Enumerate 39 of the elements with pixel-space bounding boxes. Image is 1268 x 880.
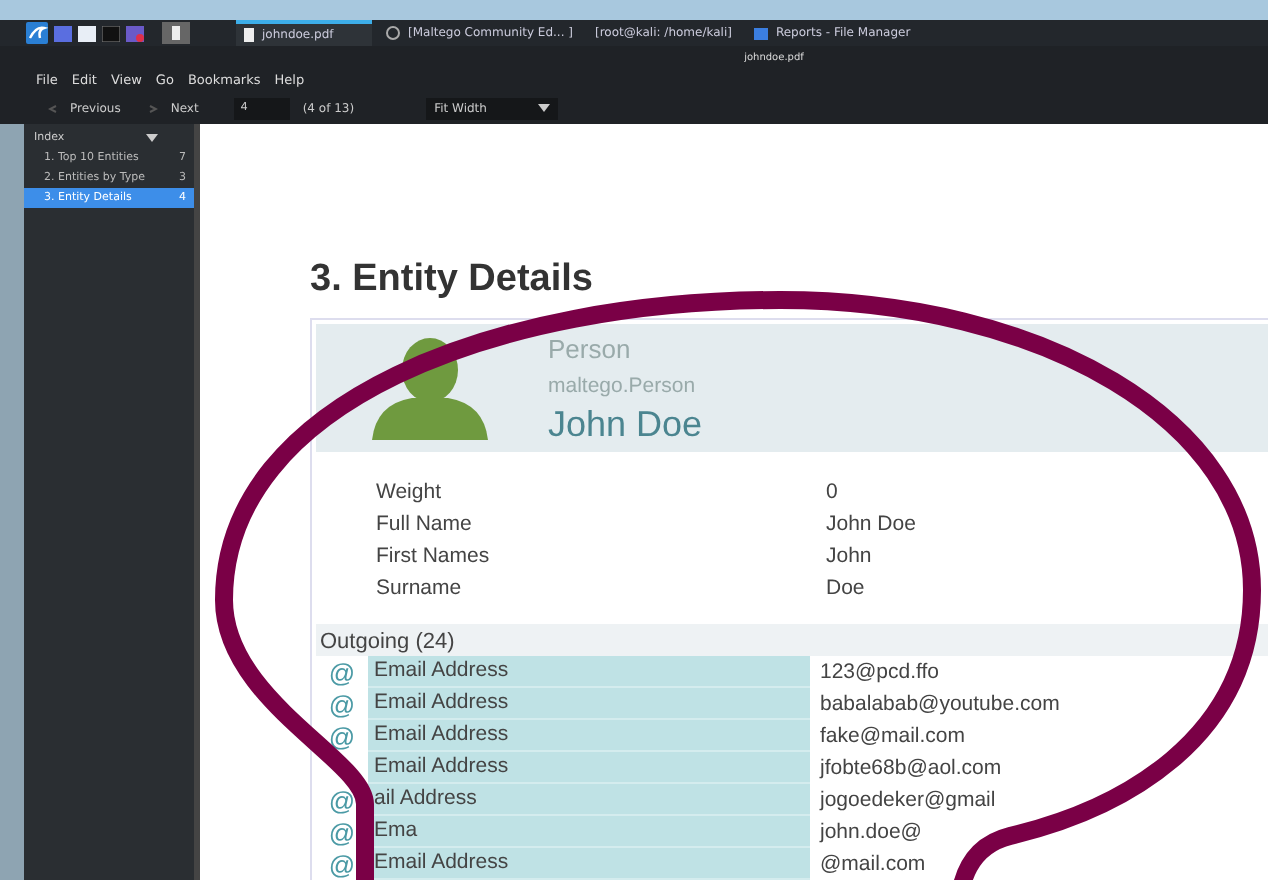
- section-heading: 3. Entity Details: [310, 258, 595, 302]
- property-value: 0: [826, 480, 838, 504]
- table-cell: Email Address: [368, 656, 810, 688]
- at-sign-icon: @: [316, 785, 368, 815]
- table-cell-text: fake@mail.com: [818, 724, 966, 748]
- table-cell-text: babalabab@youtube.com: [818, 692, 1060, 716]
- entity-type: Person: [548, 334, 633, 364]
- table-cell: Email Address: [368, 688, 810, 720]
- property-label: Surname: [376, 576, 464, 600]
- table-cell-text: jfobte68b@aol.com: [817, 756, 1002, 780]
- property-label: Full Name: [376, 512, 474, 536]
- table-cell-text: @mail.com: [818, 852, 926, 876]
- at-sign-icon: @: [316, 817, 368, 847]
- at-sign-icon: @: [316, 657, 368, 687]
- table-cell-text: 123@pcd.ffo: [818, 660, 940, 684]
- property-value: Doe: [826, 576, 865, 600]
- section-header: Outgoing (24): [316, 624, 1268, 656]
- property-label: First Names: [376, 544, 492, 568]
- table-cell: Ema: [368, 816, 810, 848]
- at-sign-icon: @: [316, 721, 368, 751]
- at-sign-icon: @: [316, 849, 368, 879]
- entity-type-id: maltego.Person: [548, 374, 698, 398]
- table-cell: Email Address: [368, 720, 810, 752]
- window-icon[interactable]: [162, 22, 190, 44]
- caret-icon: [538, 104, 551, 112]
- document-icon: [244, 28, 254, 42]
- property-value: John: [826, 544, 872, 568]
- property-value: John Doe: [826, 512, 916, 536]
- table-cell-text: john.doe@: [817, 820, 922, 844]
- property-label: Weight: [376, 480, 443, 504]
- at-sign-icon: @: [316, 689, 368, 719]
- person-icon: [372, 336, 488, 440]
- entity-name: John Doe: [548, 404, 703, 446]
- table-cell-text: jogoedeker@gmail: [817, 788, 996, 812]
- caret-icon: [146, 134, 158, 142]
- table-cell: Email Address: [368, 848, 810, 880]
- app-icon[interactable]: [126, 25, 144, 41]
- table-cell: ail Address: [368, 784, 810, 816]
- table-cell: Email Address: [368, 752, 810, 784]
